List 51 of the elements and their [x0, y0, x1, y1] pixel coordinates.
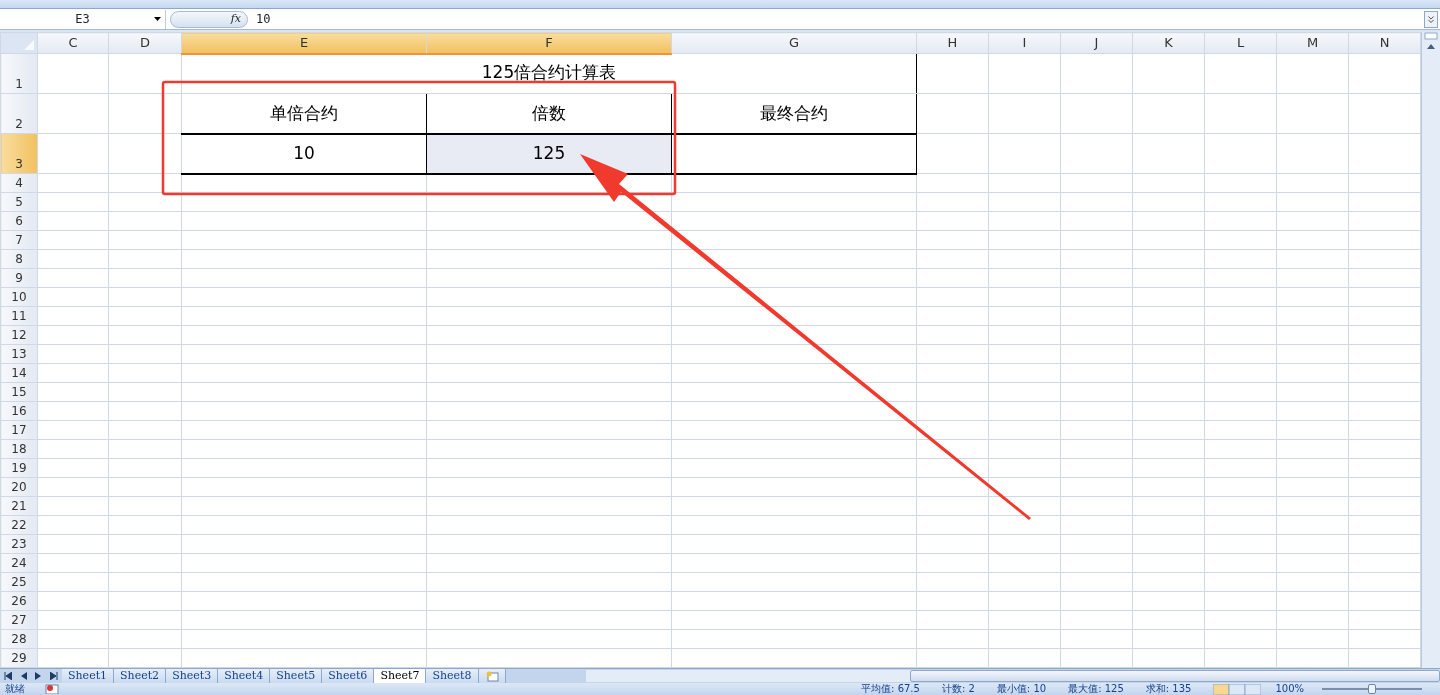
sheet-tab[interactable]: Sheet7 [374, 669, 427, 683]
sheet-tab[interactable]: Sheet1 [62, 669, 115, 683]
column-header[interactable]: L [1204, 32, 1277, 54]
vertical-scrollbar[interactable] [1421, 32, 1440, 668]
column-header[interactable]: N [1348, 32, 1421, 54]
dropdown-icon[interactable] [154, 17, 161, 21]
row-header[interactable]: 1 [0, 53, 38, 94]
column-header[interactable]: H [916, 32, 989, 54]
formula-field[interactable]: 10 [248, 10, 1424, 28]
column-header[interactable]: F [426, 32, 672, 54]
status-stat: 计数: 2 [941, 684, 975, 694]
status-stat: 平均值: 67.5 [861, 684, 920, 694]
column-header[interactable]: G [671, 32, 917, 54]
name-box[interactable]: E3 [0, 9, 166, 29]
row-header[interactable]: 3 [0, 133, 38, 174]
row-header[interactable]: 2 [0, 93, 38, 134]
view-buttons-icon[interactable] [1213, 683, 1262, 695]
scroll-up-icon[interactable] [1424, 32, 1438, 52]
status-stat: 最小值: 10 [996, 684, 1047, 694]
zoom-slider-thumb[interactable] [1368, 684, 1376, 694]
first-sheet-icon[interactable] [4, 672, 13, 680]
previous-sheet-icon[interactable] [20, 672, 27, 680]
sheet-tab[interactable]: Sheet6 [322, 669, 375, 683]
horizontal-scrollbar[interactable] [585, 670, 1440, 682]
macro-record-icon[interactable] [45, 684, 59, 694]
new-sheet-icon[interactable] [484, 670, 499, 682]
selected-cell[interactable]: 125 [426, 133, 672, 174]
column-header[interactable]: M [1276, 32, 1349, 54]
status-stat: 最大值: 125 [1068, 684, 1124, 694]
zoom-level[interactable]: 100% [1275, 684, 1304, 694]
status-stat: 求和: 135 [1145, 684, 1192, 694]
last-sheet-icon[interactable] [49, 672, 58, 680]
insert-function-button[interactable]: fx [170, 10, 248, 28]
sheet-tab[interactable]: Sheet3 [166, 669, 219, 683]
corner-triangle-icon [24, 40, 34, 50]
table-title: 125倍合约计算表 [181, 53, 917, 94]
scroll-thumb[interactable] [910, 670, 1440, 682]
column-header[interactable]: I [988, 32, 1061, 54]
sheet-tab[interactable]: Sheet4 [218, 669, 271, 683]
column-header[interactable]: E [181, 32, 427, 54]
column-header[interactable]: C [37, 32, 109, 54]
expand-icon[interactable] [1424, 10, 1438, 28]
sheet-tab[interactable]: Sheet2 [114, 669, 167, 683]
sheet-tab[interactable]: Sheet5 [270, 669, 323, 683]
status-text: 就绪 [5, 684, 25, 694]
column-header[interactable]: J [1060, 32, 1133, 54]
column-header[interactable]: D [108, 32, 182, 54]
next-sheet-icon[interactable] [35, 672, 42, 680]
column-header[interactable]: K [1132, 32, 1205, 54]
table-cell[interactable]: 10 [181, 133, 427, 174]
sheet-tab[interactable]: Sheet8 [426, 669, 479, 683]
